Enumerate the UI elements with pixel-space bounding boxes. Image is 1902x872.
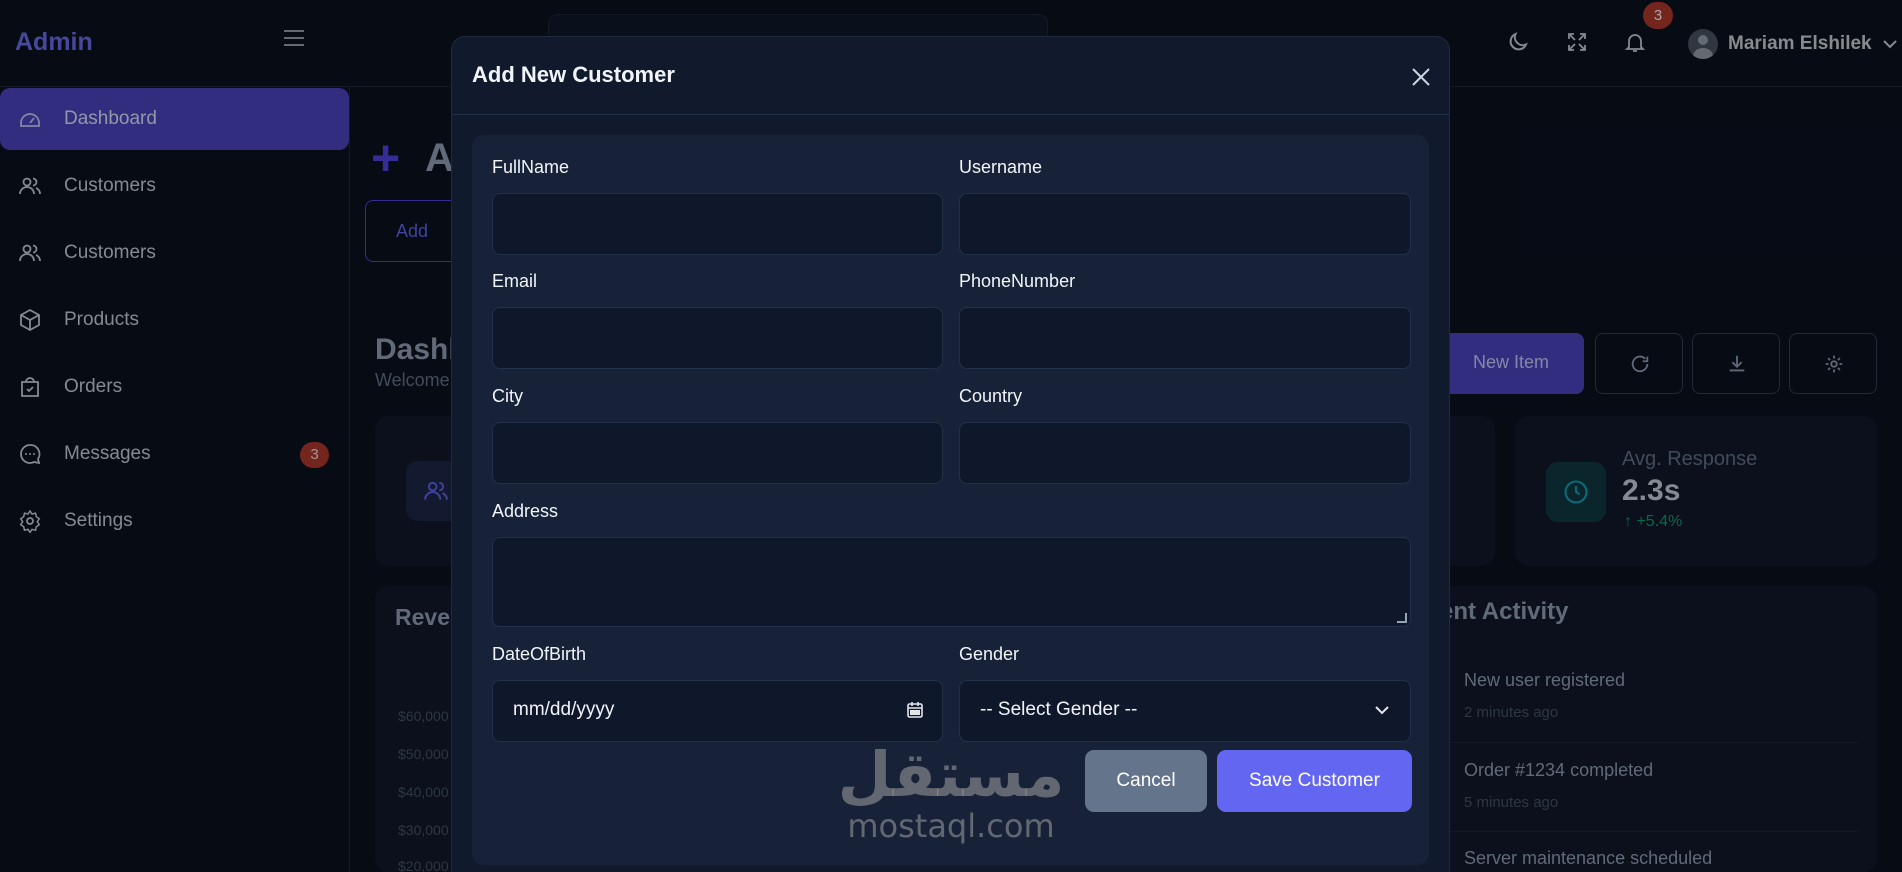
country-input[interactable] xyxy=(959,422,1411,484)
username-label: Username xyxy=(959,157,1043,177)
cancel-button[interactable]: Cancel xyxy=(1085,750,1207,812)
gender-label: Gender xyxy=(959,644,1020,664)
phone-label: PhoneNumber xyxy=(959,271,1076,291)
country-label: Country xyxy=(959,386,1023,406)
email-label: Email xyxy=(492,271,538,291)
fullname-input[interactable] xyxy=(492,193,943,255)
dob-label: DateOfBirth xyxy=(492,644,587,664)
city-label: City xyxy=(492,386,523,406)
watermark-arabic: مستقل xyxy=(837,738,1065,811)
phone-input[interactable] xyxy=(959,307,1411,369)
email-input[interactable] xyxy=(492,307,943,369)
watermark-latin: mostaql.com xyxy=(847,807,1055,845)
fullname-label: FullName xyxy=(492,157,570,177)
dob-input[interactable]: mm/dd/yyyy xyxy=(492,680,943,742)
modal-title: Add New Customer xyxy=(472,62,675,87)
dob-value: mm/dd/yyyy xyxy=(513,699,615,720)
modal-header: Add New Customer xyxy=(452,37,1449,115)
chevron-down-icon xyxy=(1375,706,1389,715)
calendar-icon[interactable] xyxy=(905,700,925,720)
close-icon[interactable] xyxy=(1409,65,1433,89)
address-label: Address xyxy=(492,501,559,521)
mostaql-watermark: مستقل mostaql.com xyxy=(836,738,1066,845)
address-textarea[interactable] xyxy=(492,537,1411,627)
save-customer-button[interactable]: Save Customer xyxy=(1217,750,1412,812)
city-input[interactable] xyxy=(492,422,943,484)
username-input[interactable] xyxy=(959,193,1411,255)
gender-value: -- Select Gender -- xyxy=(980,699,1138,720)
gender-select[interactable]: -- Select Gender -- xyxy=(959,680,1411,742)
